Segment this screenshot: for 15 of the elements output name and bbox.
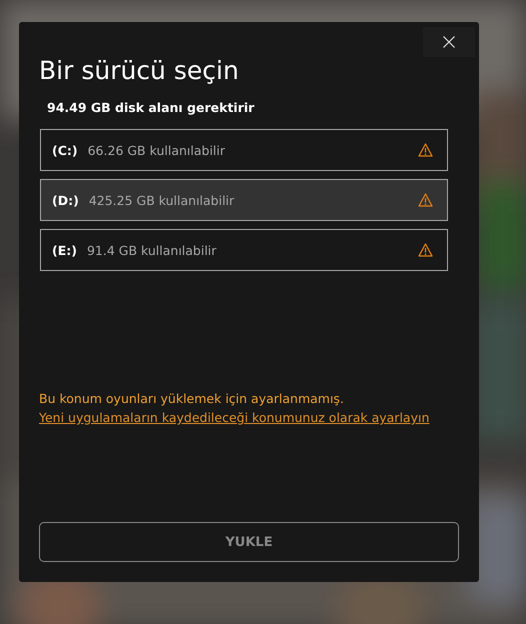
dialog-title: Bir sürücü seçin [39, 55, 240, 87]
warning-message: Bu konum oyunları yüklemek için ayarlanmamış. [39, 391, 345, 406]
drive-option[interactable]: (D:) 425.25 GB kullanılabilir [40, 179, 448, 221]
drive-option[interactable]: (E:) 91.4 GB kullanılabilir [40, 229, 448, 271]
close-icon [443, 36, 455, 48]
set-location-link[interactable]: Yeni uygulamaların kaydedileceği konumunuz olarak ayarlayın [39, 410, 430, 425]
space-requirement: 94.49 GB disk alanı gerektirir [47, 100, 256, 115]
drive-letter: (E:) [52, 242, 77, 258]
drive-option[interactable]: (C:) 66.26 GB kullanılabilir [40, 129, 448, 171]
drive-space: 91.4 GB kullanılabilir [86, 242, 218, 258]
drive-letter: (C:) [52, 142, 78, 158]
drive-space: 425.25 GB kullanılabilir [88, 192, 236, 208]
drive-space: 66.26 GB kullanılabilir [88, 142, 226, 158]
drive-letter: (D:) [52, 192, 79, 208]
close-button[interactable] [423, 27, 475, 57]
